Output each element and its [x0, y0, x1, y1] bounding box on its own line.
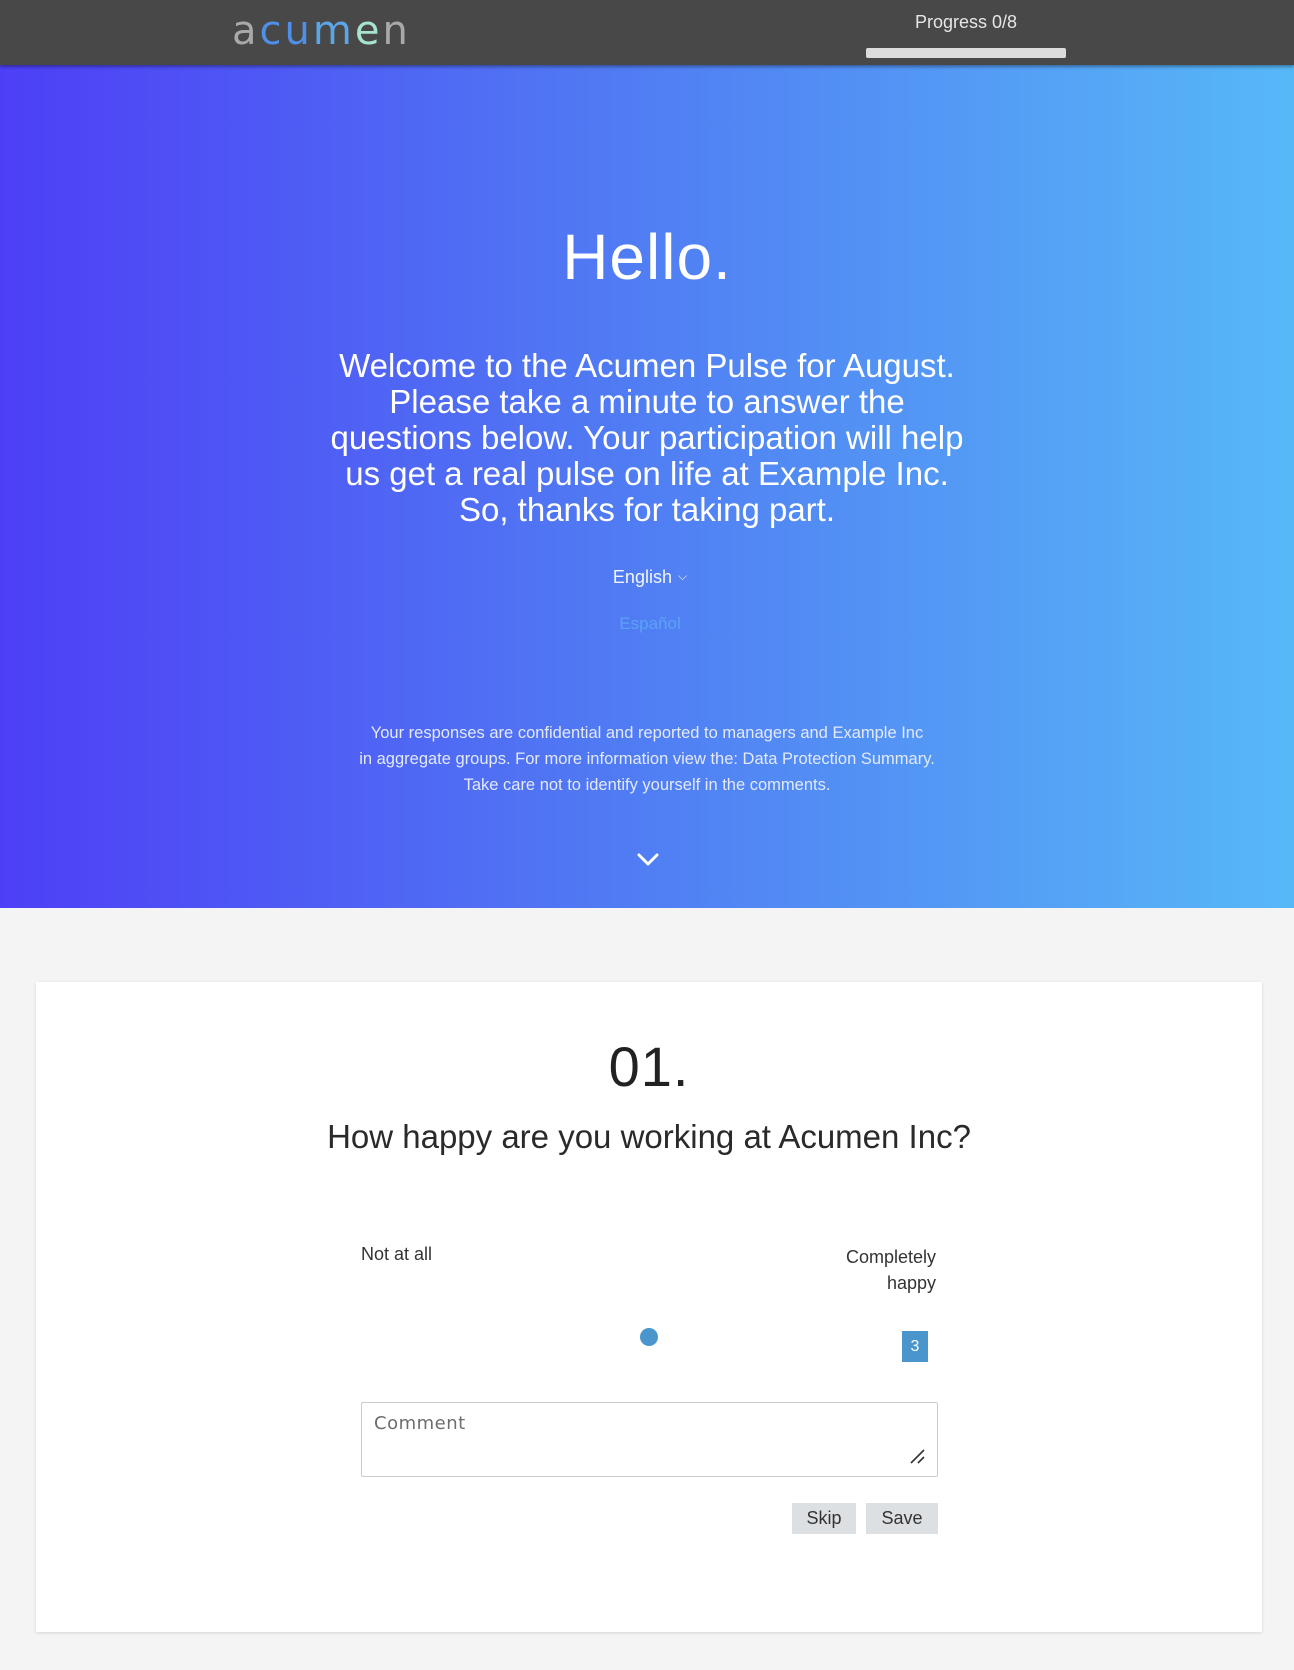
slider-value-badge: 3 — [902, 1331, 928, 1362]
confidentiality-line: Your responses are confidential and repo… — [370, 724, 924, 742]
progress-label: Progress 0/8 — [914, 12, 1018, 32]
welcome-message: Welcome to the Acumen Pulse for August. … — [330, 347, 964, 528]
confidentiality-notice: Your responses are confidential and repo… — [330, 720, 964, 798]
language-option-espanol[interactable]: Español — [560, 614, 740, 634]
scale-max-label-line: Completely — [845, 1247, 936, 1267]
acumen-logo[interactable]: acumen — [232, 6, 411, 56]
confidentiality-line: Take care not to identify yourself in th… — [463, 776, 831, 794]
slider-thumb[interactable] — [640, 1328, 658, 1346]
logo-letter: n — [382, 8, 411, 54]
logo-letter: c — [259, 8, 285, 54]
logo-letter: m — [312, 8, 355, 54]
hero-title: Hello. — [562, 221, 732, 293]
welcome-hero: Hello. Welcome to the Acumen Pulse for A… — [0, 65, 1294, 908]
scroll-down-button[interactable] — [632, 847, 664, 873]
confidentiality-line: in aggregate groups. For more informatio… — [359, 750, 935, 768]
logo-letter: u — [284, 8, 313, 54]
chevron-down-icon — [637, 853, 659, 866]
save-button[interactable]: Save — [866, 1503, 938, 1534]
scale-max-label: Completely happy — [796, 1244, 936, 1296]
top-bar: acumen Progress 0/8 — [0, 0, 1294, 65]
scale-min-label: Not at all — [361, 1244, 433, 1264]
chevron-down-icon: ⌵ — [677, 569, 688, 583]
comment-field[interactable] — [361, 1402, 938, 1477]
logo-letter: e — [354, 8, 383, 54]
skip-button[interactable]: Skip — [792, 1503, 856, 1534]
question-number: 01. — [608, 1035, 690, 1098]
scale-max-label-line: happy — [886, 1273, 936, 1293]
happiness-slider[interactable] — [361, 1325, 937, 1349]
progress-bar — [866, 48, 1066, 58]
question-text: How happy are you working at Acumen Inc? — [327, 1118, 971, 1155]
logo-letter: a — [232, 8, 260, 54]
language-select[interactable]: English ⌵ — [560, 567, 740, 588]
language-selected: English — [612, 567, 672, 587]
question-card: 01. How happy are you working at Acumen … — [36, 982, 1262, 1632]
